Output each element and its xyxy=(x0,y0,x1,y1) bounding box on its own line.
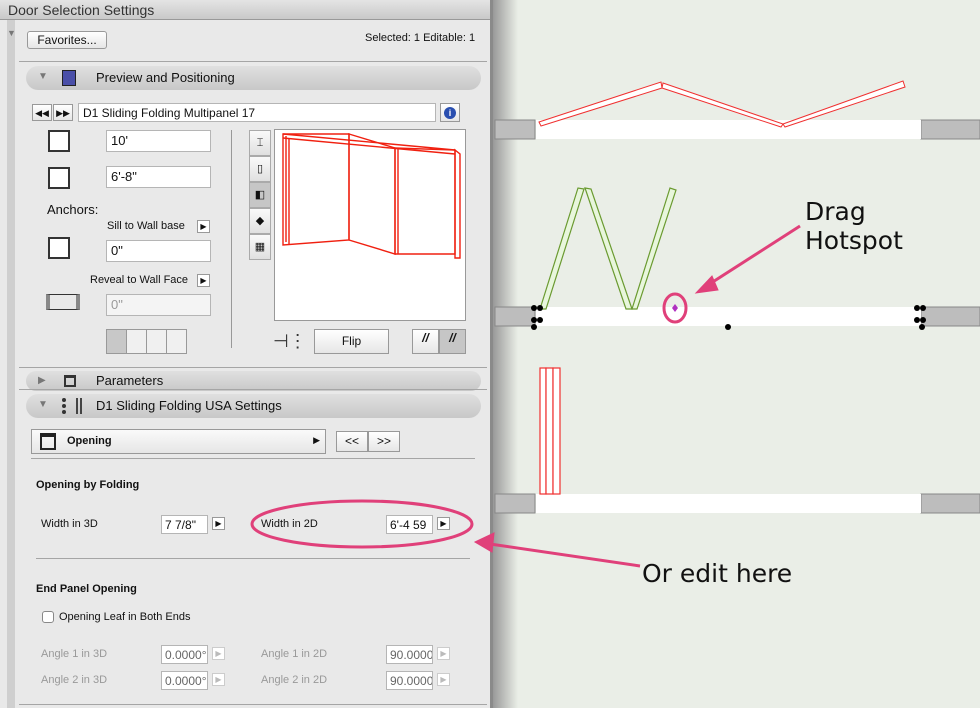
wall-2 xyxy=(494,306,980,327)
wall-1 xyxy=(494,119,980,140)
door-plan-open xyxy=(539,367,561,495)
annotation-arrows xyxy=(473,224,801,568)
edit-annotation: Or edit here xyxy=(642,559,793,588)
door-plan-selected[interactable] xyxy=(539,187,677,310)
drag-annotation-line1: Drag xyxy=(805,197,866,226)
width-2d-highlight-ellipse xyxy=(250,499,474,549)
wall-3 xyxy=(494,493,980,514)
floor-plan-canvas xyxy=(250,0,980,708)
drag-annotation-line2: Hotspot xyxy=(805,226,903,255)
